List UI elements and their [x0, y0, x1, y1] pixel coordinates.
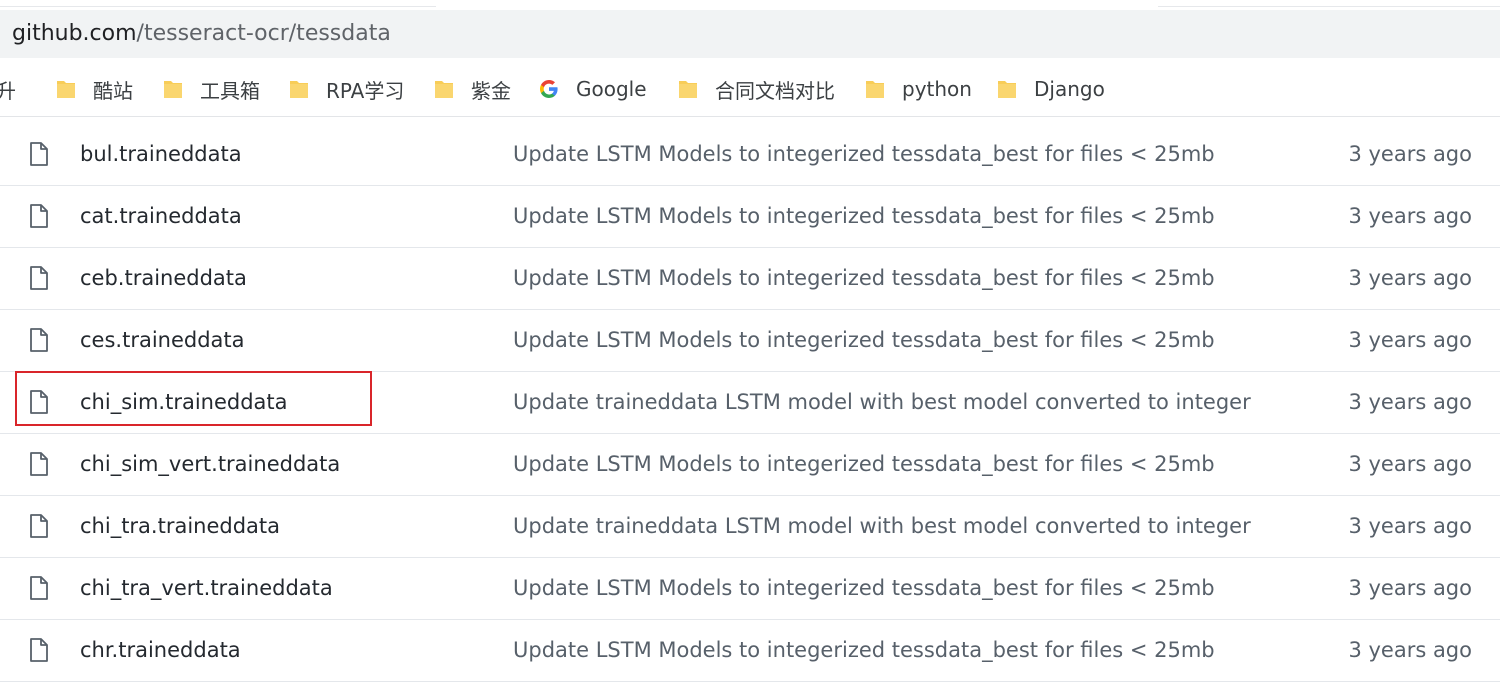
- bookmark-label: 紫金: [471, 78, 511, 103]
- file-row[interactable]: bul.traineddata Update LSTM Models to in…: [0, 124, 1500, 186]
- file-name-link[interactable]: bul.traineddata: [80, 140, 242, 168]
- address-bar[interactable]: github.com/tesseract-ocr/tessdata: [0, 10, 1500, 58]
- folder-icon: [163, 78, 183, 100]
- file-name-link[interactable]: chi_tra.traineddata: [80, 512, 280, 540]
- file-row[interactable]: cat.traineddata Update LSTM Models to in…: [0, 186, 1500, 248]
- bookmark-item[interactable]: RPA学习: [289, 74, 404, 104]
- commit-age: 3 years ago: [1348, 204, 1472, 228]
- commit-message-link[interactable]: Update LSTM Models to integerized tessda…: [513, 574, 1215, 602]
- bookmark-item[interactable]: 酷站: [56, 74, 133, 104]
- file-name-link[interactable]: chr.traineddata: [80, 636, 241, 664]
- bookmark-item[interactable]: python: [865, 74, 972, 104]
- bookmark-item[interactable]: 工具箱: [163, 74, 260, 104]
- tab-strip-segment: [0, 0, 436, 7]
- folder-icon: [865, 78, 885, 100]
- url-text[interactable]: github.com/tesseract-ocr/tessdata: [12, 19, 391, 49]
- file-row[interactable]: chi_sim.traineddata Update traineddata L…: [0, 372, 1500, 434]
- file-icon: [29, 576, 49, 600]
- file-name-link[interactable]: chi_sim.traineddata: [80, 388, 288, 416]
- commit-age: 3 years ago: [1348, 452, 1472, 476]
- file-icon: [29, 514, 49, 538]
- commit-age: 3 years ago: [1348, 142, 1472, 166]
- bookmarks-bar: 升 酷站 工具箱 RPA学习 紫金 Google 合同文档对比 python D…: [0, 58, 1500, 117]
- commit-message-link[interactable]: Update LSTM Models to integerized tessda…: [513, 326, 1215, 354]
- commit-message-link[interactable]: Update LSTM Models to integerized tessda…: [513, 450, 1215, 478]
- bookmark-item[interactable]: 紫金: [434, 74, 511, 104]
- file-row[interactable]: chr.traineddata Update LSTM Models to in…: [0, 620, 1500, 682]
- file-row[interactable]: chi_tra_vert.traineddata Update LSTM Mod…: [0, 558, 1500, 620]
- google-icon: [539, 78, 559, 100]
- file-icon: [29, 142, 49, 166]
- commit-message-link[interactable]: Update LSTM Models to integerized tessda…: [513, 202, 1215, 230]
- commit-age: 3 years ago: [1348, 390, 1472, 414]
- commit-message-link[interactable]: Update LSTM Models to integerized tessda…: [513, 636, 1215, 664]
- bookmark-label: 合同文档对比: [715, 78, 835, 103]
- folder-icon: [56, 78, 76, 100]
- url-host: github.com: [12, 21, 137, 46]
- bookmark-label: Django: [1034, 77, 1105, 101]
- commit-message-link[interactable]: Update traineddata LSTM model with best …: [513, 512, 1251, 540]
- commit-age: 3 years ago: [1348, 638, 1472, 662]
- file-icon: [29, 638, 49, 662]
- commit-message-link[interactable]: Update LSTM Models to integerized tessda…: [513, 264, 1215, 292]
- file-row[interactable]: chi_sim_vert.traineddata Update LSTM Mod…: [0, 434, 1500, 496]
- bookmark-label: 升: [0, 78, 16, 103]
- bookmark-label: 酷站: [93, 78, 133, 103]
- bookmark-label: 工具箱: [200, 78, 260, 103]
- commit-age: 3 years ago: [1348, 514, 1472, 538]
- bookmark-item[interactable]: 升: [0, 74, 16, 104]
- folder-icon: [997, 78, 1017, 100]
- url-path: /tesseract-ocr/tessdata: [136, 21, 391, 46]
- file-row[interactable]: ceb.traineddata Update LSTM Models to in…: [0, 248, 1500, 310]
- file-icon: [29, 204, 49, 228]
- file-name-link[interactable]: cat.traineddata: [80, 202, 242, 230]
- bookmark-item[interactable]: Django: [997, 74, 1105, 104]
- commit-message-link[interactable]: Update LSTM Models to integerized tessda…: [513, 140, 1215, 168]
- file-icon: [29, 452, 49, 476]
- file-name-link[interactable]: ces.traineddata: [80, 326, 245, 354]
- file-name-link[interactable]: chi_tra_vert.traineddata: [80, 574, 333, 602]
- file-row[interactable]: chi_tra.traineddata Update traineddata L…: [0, 496, 1500, 558]
- tab-strip: [0, 0, 1500, 8]
- file-name-link[interactable]: chi_sim_vert.traineddata: [80, 450, 340, 478]
- folder-icon: [678, 78, 698, 100]
- folder-icon: [289, 78, 309, 100]
- bookmark-item[interactable]: 合同文档对比: [678, 74, 835, 104]
- commit-age: 3 years ago: [1348, 266, 1472, 290]
- bookmark-label: Google: [576, 77, 647, 101]
- file-row[interactable]: ces.traineddata Update LSTM Models to in…: [0, 310, 1500, 372]
- file-icon: [29, 390, 49, 414]
- file-icon: [29, 266, 49, 290]
- file-name-link[interactable]: ceb.traineddata: [80, 264, 247, 292]
- file-icon: [29, 328, 49, 352]
- commit-age: 3 years ago: [1348, 328, 1472, 352]
- commit-message-link[interactable]: Update traineddata LSTM model with best …: [513, 388, 1251, 416]
- bookmark-label: python: [902, 77, 972, 101]
- bookmark-label: RPA学习: [326, 78, 405, 103]
- folder-icon: [434, 78, 454, 100]
- commit-age: 3 years ago: [1348, 576, 1472, 600]
- bookmark-item[interactable]: Google: [539, 74, 647, 104]
- tab-strip-segment: [1158, 0, 1500, 7]
